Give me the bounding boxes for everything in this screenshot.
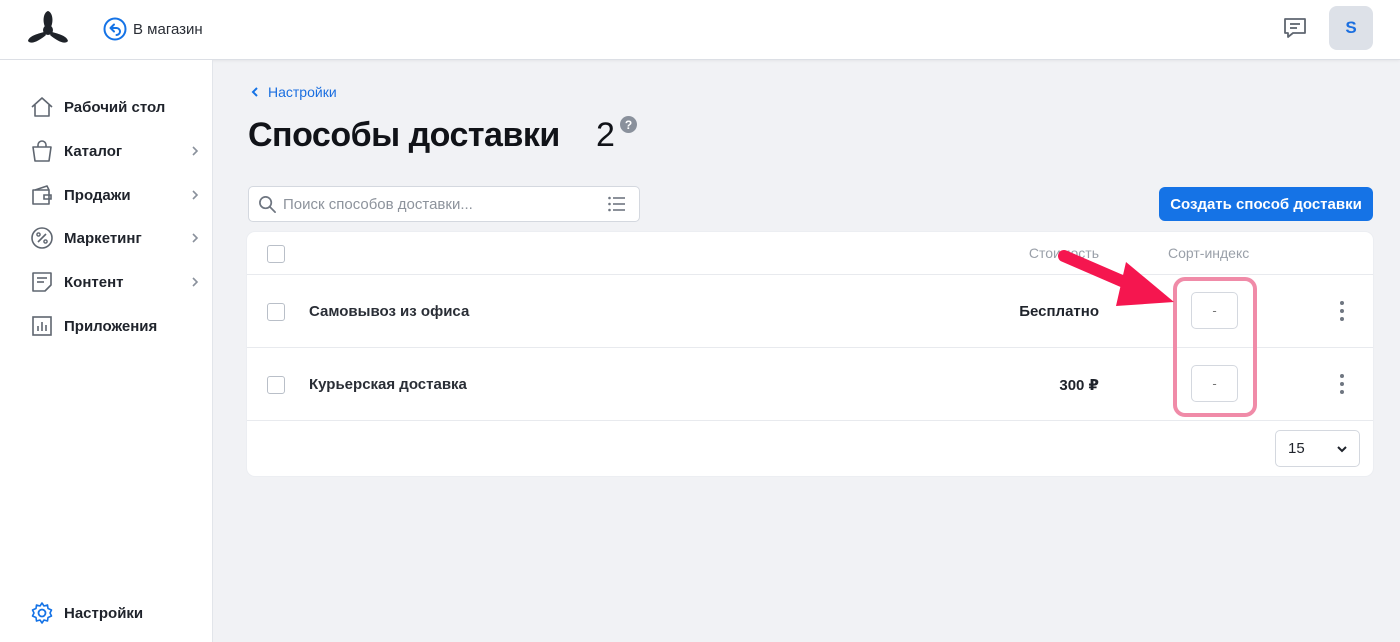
chevron-right-icon <box>192 146 199 156</box>
sidebar-item-content[interactable]: Контент <box>0 262 213 302</box>
create-delivery-method-button[interactable]: Создать способ доставки <box>1159 187 1373 221</box>
search-icon <box>259 196 276 213</box>
delivery-method-name[interactable]: Самовывоз из офиса <box>309 303 469 320</box>
help-icon[interactable]: ? <box>620 116 637 133</box>
top-bar: В магазин S <box>0 0 1400 60</box>
sidebar-item-dashboard[interactable]: Рабочий стол <box>0 87 213 127</box>
wallet-icon <box>32 185 52 205</box>
page-count: 2 <box>596 116 615 154</box>
chart-icon <box>32 316 52 336</box>
delivery-method-name[interactable]: Курьерская доставка <box>309 376 467 393</box>
sidebar-item-catalog[interactable]: Каталог <box>0 131 213 171</box>
row-more-menu-icon[interactable] <box>1335 372 1349 396</box>
delivery-method-price: 300 ₽ <box>1059 377 1099 394</box>
shopping-bag-icon <box>32 140 52 162</box>
back-to-store-label: В магазин <box>133 20 203 38</box>
sidebar-item-label: Настройки <box>64 604 144 622</box>
row-checkbox[interactable] <box>267 303 285 321</box>
document-icon <box>32 272 52 292</box>
sidebar-item-label: Рабочий стол <box>64 98 166 116</box>
table-row[interactable]: Самовывоз из офиса Бесплатно <box>247 275 1373 348</box>
table-header: Стоимость Сорт-индекс <box>247 232 1373 275</box>
per-page-value: 15 <box>1288 440 1305 457</box>
delivery-methods-table: Стоимость Сорт-индекс Самовывоз из офиса… <box>247 232 1373 476</box>
select-all-checkbox[interactable] <box>267 245 285 263</box>
sort-index-input[interactable] <box>1191 365 1238 402</box>
sidebar-item-apps[interactable]: Приложения <box>0 306 213 346</box>
search-input[interactable] <box>283 187 603 221</box>
sidebar-item-label: Маркетинг <box>64 229 142 247</box>
breadcrumb[interactable]: Настройки <box>250 84 337 100</box>
back-circle-icon <box>103 17 127 41</box>
sidebar-item-label: Контент <box>64 273 124 291</box>
chevron-right-icon <box>192 233 199 243</box>
sidebar: Рабочий стол Каталог Продажи Маркетинг К… <box>0 60 213 642</box>
sidebar-item-marketing[interactable]: Маркетинг <box>0 218 213 258</box>
home-icon <box>31 97 53 117</box>
table-row[interactable]: Курьерская доставка 300 ₽ <box>247 348 1373 421</box>
chevron-right-icon <box>192 190 199 200</box>
page-title: Способы доставки <box>248 116 560 154</box>
gear-icon <box>31 602 53 624</box>
delivery-method-price: Бесплатно <box>1019 303 1099 320</box>
back-to-store-link[interactable]: В магазин <box>103 16 203 42</box>
percent-icon <box>31 227 53 249</box>
user-avatar[interactable]: S <box>1329 6 1373 50</box>
column-header-price[interactable]: Стоимость <box>1029 245 1099 261</box>
search-box <box>248 186 640 222</box>
chevron-left-icon <box>251 87 258 97</box>
sidebar-item-label: Продажи <box>64 186 131 204</box>
sidebar-item-sales[interactable]: Продажи <box>0 175 213 215</box>
sort-index-input[interactable] <box>1191 292 1238 329</box>
chevron-right-icon <box>192 277 199 287</box>
sidebar-item-label: Каталог <box>64 142 123 160</box>
breadcrumb-label: Настройки <box>268 84 337 100</box>
sidebar-item-settings[interactable]: Настройки <box>0 593 213 633</box>
per-page-select[interactable]: 15 <box>1275 430 1360 467</box>
row-more-menu-icon[interactable] <box>1335 299 1349 323</box>
chevron-down-icon <box>1337 446 1347 453</box>
chat-icon[interactable] <box>1282 16 1308 40</box>
filter-list-icon[interactable] <box>608 196 626 212</box>
sidebar-item-label: Приложения <box>64 317 158 335</box>
column-header-sort[interactable]: Сорт-индекс <box>1168 245 1249 261</box>
row-checkbox[interactable] <box>267 376 285 394</box>
logo-icon[interactable] <box>26 10 70 46</box>
